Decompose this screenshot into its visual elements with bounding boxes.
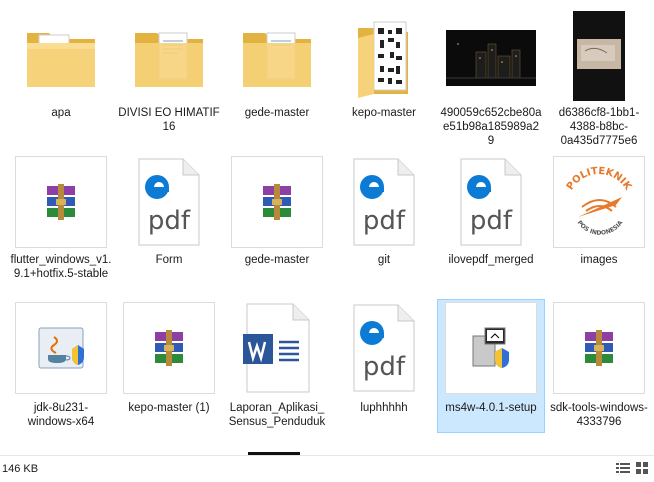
file-item[interactable]: pdf luphhhhh [331, 298, 437, 448]
file-item[interactable]: jdk-8u231-windows-x64 [8, 298, 114, 448]
file-label: gede-master [244, 107, 310, 119]
word-document-icon [231, 302, 323, 394]
folder-icon [123, 12, 215, 104]
file-label: kepo-master [352, 107, 416, 119]
svg-text:POLITEKNIK: POLITEKNIK [565, 166, 634, 193]
large-icons-view-icon[interactable] [636, 462, 648, 477]
file-item[interactable]: gede-master [224, 150, 330, 296]
winrar-archive-icon [15, 156, 107, 248]
edge-pdf-icon: pdf [338, 302, 430, 394]
file-grid: apa DIVISI EO HIMATIF 16 gede-master kep… [0, 0, 654, 455]
file-label: Form [155, 254, 183, 266]
folder-icon [338, 12, 430, 104]
politeknik-logo-icon: POLITEKNIK POS INDONESIA [553, 156, 645, 248]
file-item[interactable]: flutter_windows_v1.9.1+hotfix.5-stable [8, 150, 114, 296]
file-item[interactable]: sdk-tools-windows-4333796 [546, 298, 652, 448]
edge-pdf-icon: pdf [338, 156, 430, 248]
winrar-archive-icon [553, 302, 645, 394]
file-label: images [580, 254, 618, 266]
file-label: ilovepdf_merged [448, 254, 534, 266]
svg-text:pdf: pdf [148, 206, 191, 236]
edge-pdf-icon: pdf [123, 156, 215, 248]
svg-text:POS INDONESIA: POS INDONESIA [576, 219, 625, 237]
file-item[interactable]: Laporan_Aplikasi_Sensus_Penduduk [224, 298, 330, 448]
image-thumbnail-icon [553, 10, 645, 102]
view-toggle-group [616, 462, 648, 477]
svg-text:pdf: pdf [363, 206, 406, 236]
edge-pdf-icon: pdf [445, 156, 537, 248]
winrar-archive-icon [123, 302, 215, 394]
file-item[interactable]: pdf Form [116, 150, 222, 296]
file-label: flutter_windows_v1.9.1+hotfix.5-stable [10, 254, 112, 280]
file-label: d6386cf8-1bb1-4388-b8bc-0a435d7775e6 [558, 107, 640, 147]
status-bar: 146 KB [0, 455, 654, 482]
file-item[interactable]: pdf git [331, 150, 437, 296]
file-label: gede-master [244, 254, 310, 266]
file-item[interactable]: DIVISI EO HIMATIF 16 [116, 0, 222, 150]
file-item[interactable]: kepo-master [331, 0, 437, 150]
file-label: git [377, 254, 391, 266]
setup-installer-icon [445, 302, 537, 394]
file-label: sdk-tools-windows-4333796 [550, 402, 648, 428]
java-installer-icon [15, 302, 107, 394]
folder-icon [15, 12, 107, 104]
status-size-text: 146 KB [2, 463, 39, 475]
file-item[interactable]: kepo-master (1) [116, 298, 222, 448]
file-item[interactable]: 490059c652cbe80ae51b98a185989a29 [438, 0, 544, 150]
file-label: Laporan_Aplikasi_Sensus_Penduduk [228, 402, 326, 428]
file-label: ms4w-4.0.1-setup [445, 402, 537, 414]
file-item[interactable]: apa [8, 0, 114, 150]
details-view-icon[interactable] [616, 462, 630, 477]
file-item[interactable]: d6386cf8-1bb1-4388-b8bc-0a435d7775e6 [546, 0, 652, 150]
file-label: kepo-master (1) [128, 402, 210, 414]
file-label: luphhhhh [360, 402, 408, 414]
file-item[interactable]: gede-master [224, 0, 330, 150]
file-label: apa [51, 107, 71, 119]
folder-icon [231, 12, 323, 104]
file-item[interactable]: POLITEKNIK POS INDONESIA images [546, 150, 652, 296]
file-label: 490059c652cbe80ae51b98a185989a29 [440, 107, 542, 147]
image-thumbnail-icon [445, 12, 537, 104]
file-item[interactable]: pdf ilovepdf_merged [438, 150, 544, 296]
file-item-selected[interactable]: ms4w-4.0.1-setup [437, 299, 545, 433]
file-label: jdk-8u231-windows-x64 [27, 402, 95, 428]
winrar-archive-icon [231, 156, 323, 248]
svg-text:pdf: pdf [470, 206, 513, 236]
svg-text:pdf: pdf [363, 352, 406, 382]
file-label: DIVISI EO HIMATIF 16 [118, 107, 220, 133]
